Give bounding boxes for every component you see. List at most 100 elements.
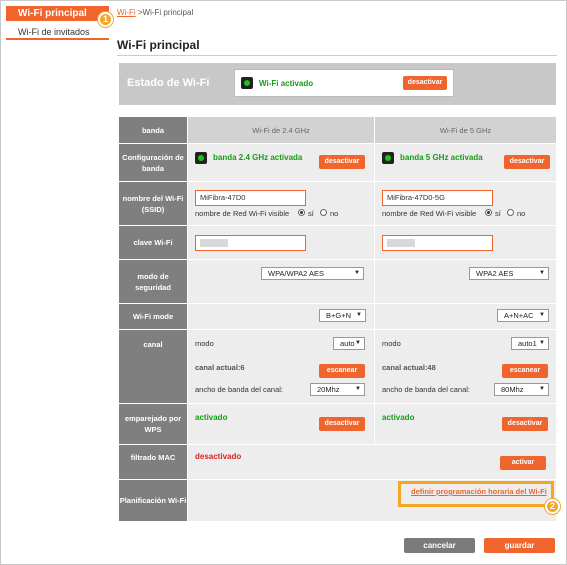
row-wifi-mode: Wi-Fi mode B+G+N ▼ A+N+AC ▼	[119, 304, 556, 329]
callout-badge-2: 2	[545, 499, 560, 514]
cell-mode-24: B+G+N ▼	[188, 304, 374, 329]
label-wifi-key: clave Wi-Fi	[119, 226, 187, 259]
cell-wps-5: activado desactivar	[375, 404, 556, 444]
label-band-config: Configuración de banda	[119, 144, 187, 181]
wifi-status-box: Wi-Fi activado desactivar	[234, 69, 454, 97]
save-button[interactable]: guardar	[484, 538, 555, 553]
ssid-5-yes-label: sí	[495, 209, 501, 218]
security-5-value: WPA2 AES	[476, 269, 514, 278]
nav-item-wifi-principal[interactable]: Wi-Fi principal	[6, 6, 109, 21]
label-schedule: Planificación Wi-Fi	[119, 480, 187, 521]
label-channel: canal	[119, 330, 187, 403]
schedule-link[interactable]: definir programación horaria del Wi-Fi	[411, 487, 547, 496]
ssid-5-visible-no-radio[interactable]	[507, 209, 514, 216]
dropdown-arrow-icon: ▼	[355, 340, 361, 346]
wifi-status-panel: Estado de Wi-Fi Wi-Fi activado desactiva…	[119, 63, 556, 105]
channel-5-mode-label: modo	[382, 339, 401, 348]
dropdown-arrow-icon: ▼	[356, 312, 362, 318]
security-5-select[interactable]: WPA2 AES ▼	[469, 267, 549, 280]
breadcrumb-link-wifi[interactable]: Wi-Fi	[117, 8, 136, 17]
ssid-24-visible-label: nombre de Red Wi-Fi visible	[195, 209, 290, 218]
security-24-select[interactable]: WPA/WPA2 AES ▼	[261, 267, 364, 280]
side-nav: Wi-Fi principal Wi-Fi de invitados	[6, 6, 109, 40]
channel-5-mode-value: auto1	[518, 339, 537, 348]
cell-channel-24: modo auto ▼ canal actual:6 escanear ancho…	[188, 330, 374, 403]
wifi-status-title: Estado de Wi-Fi	[127, 77, 210, 89]
channel-5-scan-button[interactable]: escanear	[502, 364, 548, 378]
dropdown-arrow-icon: ▼	[539, 340, 545, 346]
ssid-24-visible-yes-radio[interactable]	[298, 209, 305, 216]
cancel-button[interactable]: cancelar	[404, 538, 475, 553]
ssid-24-no-label: no	[330, 209, 339, 218]
channel-5-mode-select[interactable]: auto1 ▼	[511, 337, 549, 350]
channel-24-scan-button[interactable]: escanear	[319, 364, 365, 378]
band5-led-icon	[382, 152, 394, 164]
channel-24-bw-value: 20Mhz	[317, 385, 340, 394]
cell-key-5	[375, 226, 556, 259]
cell-security-24: WPA/WPA2 AES ▼	[188, 260, 374, 303]
ssid-5-visible-yes-radio[interactable]	[485, 209, 492, 216]
ssid-24-visible-no-radio[interactable]	[320, 209, 327, 216]
row-mac-filter: filtrado MAC desactivado activar	[119, 445, 556, 479]
cell-security-5: WPA2 AES ▼	[375, 260, 556, 303]
ssid-5-no-label: no	[517, 209, 526, 218]
mode-5-select[interactable]: A+N+AC ▼	[497, 309, 549, 322]
channel-5-current: canal actual:48	[382, 363, 436, 372]
cell-mac-filter: desactivado activar	[188, 445, 556, 479]
masked-key	[200, 239, 228, 247]
band24-disable-button[interactable]: desactivar	[319, 155, 365, 169]
cell-ssid-24: MiFibra-47D0 nombre de Red Wi-Fi visible…	[188, 182, 374, 225]
ssid-24-yes-label: sí	[308, 209, 314, 218]
cell-channel-5: modo auto1 ▼ canal actual:48 escanear anc…	[375, 330, 556, 403]
dropdown-arrow-icon: ▼	[354, 270, 360, 276]
channel-24-mode-select[interactable]: auto ▼	[333, 337, 365, 350]
cell-mode-5: A+N+AC ▼	[375, 304, 556, 329]
row-band-config: Configuración de banda banda 2.4 GHz act…	[119, 144, 556, 181]
channel-5-bw-label: ancho de banda del canal:	[382, 385, 470, 394]
dropdown-arrow-icon: ▼	[539, 386, 545, 392]
key-24-input[interactable]	[195, 235, 306, 251]
wifi-disable-button[interactable]: desactivar	[403, 76, 447, 90]
band5-state: banda 5 GHz activada	[400, 153, 483, 162]
band24-led-icon	[195, 152, 207, 164]
cell-wps-24: activado desactivar	[188, 404, 374, 444]
mac-filter-enable-button[interactable]: activar	[500, 456, 546, 470]
cell-key-24	[188, 226, 374, 259]
label-mac-filter: filtrado MAC	[119, 445, 187, 479]
band24-state: banda 2.4 GHz activada	[213, 153, 303, 162]
nav-item-wifi-invitados[interactable]: Wi-Fi de invitados	[6, 25, 109, 40]
wps-24-state: activado	[195, 413, 228, 422]
band5-disable-button[interactable]: desactivar	[504, 155, 550, 169]
channel-24-bw-select[interactable]: 20Mhz ▼	[310, 383, 365, 396]
wifi-status-text: Wi-Fi activado	[259, 79, 314, 88]
mac-filter-state: desactivado	[195, 452, 242, 461]
cell-band-config-24: banda 2.4 GHz activada desactivar	[188, 144, 374, 181]
label-ssid: nombre del Wi-Fi (SSID)	[119, 182, 187, 225]
channel-5-bw-value: 80Mhz	[501, 385, 524, 394]
channel-24-bw-label: ancho de banda del canal:	[195, 385, 283, 394]
channel-5-bw-select[interactable]: 80Mhz ▼	[494, 383, 549, 396]
header-col-24ghz: Wi-Fi de 2.4 GHz	[188, 117, 374, 143]
masked-key	[387, 239, 415, 247]
wps-24-disable-button[interactable]: desactivar	[319, 417, 365, 431]
breadcrumb-current: >Wi-Fi principal	[135, 8, 194, 17]
table-header-row: banda Wi-Fi de 2.4 GHz Wi-Fi de 5 GHz	[119, 117, 556, 143]
key-5-input[interactable]	[382, 235, 493, 251]
ssid-5-input[interactable]: MiFibra-47D0-5G	[382, 190, 493, 206]
dropdown-arrow-icon: ▼	[539, 312, 545, 318]
ssid-5-visible-label: nombre de Red Wi-Fi visible	[382, 209, 477, 218]
header-col-5ghz: Wi-Fi de 5 GHz	[375, 117, 556, 143]
channel-24-current: canal actual:6	[195, 363, 245, 372]
mode-24-select[interactable]: B+G+N ▼	[319, 309, 366, 322]
row-security-mode: modo de seguridad WPA/WPA2 AES ▼ WPA2 AES…	[119, 260, 556, 303]
row-wifi-key: clave Wi-Fi	[119, 226, 556, 259]
ssid-24-input[interactable]: MiFibra-47D0	[195, 190, 306, 206]
label-wps: emparejado por WPS	[119, 404, 187, 444]
page-title: Wi-Fi principal	[117, 38, 200, 52]
row-wps: emparejado por WPS activado desactivar a…	[119, 404, 556, 444]
wps-5-disable-button[interactable]: desactivar	[502, 417, 548, 431]
label-wifi-mode: Wi-Fi mode	[119, 304, 187, 329]
row-channel: canal modo auto ▼ canal actual:6 escanear…	[119, 330, 556, 403]
mode-5-value: A+N+AC	[504, 311, 534, 320]
breadcrumb: Wi-Fi >Wi-Fi principal	[117, 8, 193, 17]
